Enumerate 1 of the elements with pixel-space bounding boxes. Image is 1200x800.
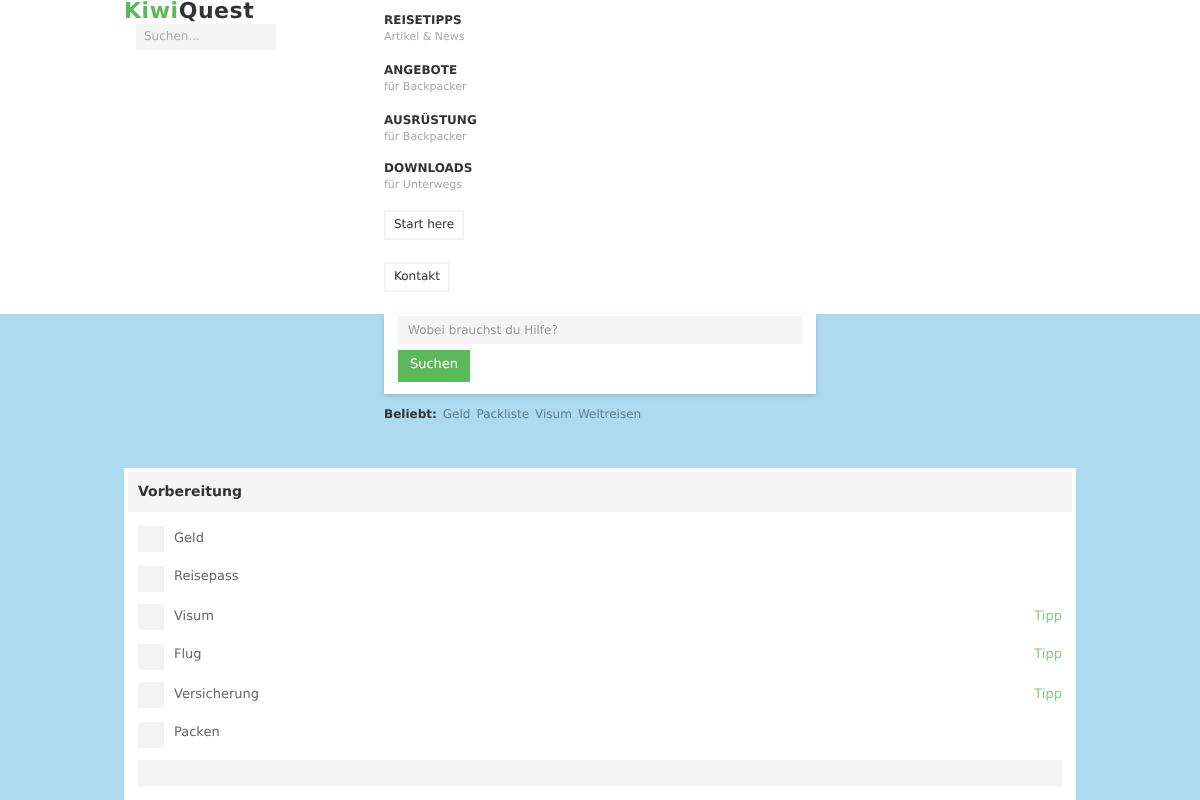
logo[interactable]: KiwiQuest — [124, 0, 384, 24]
